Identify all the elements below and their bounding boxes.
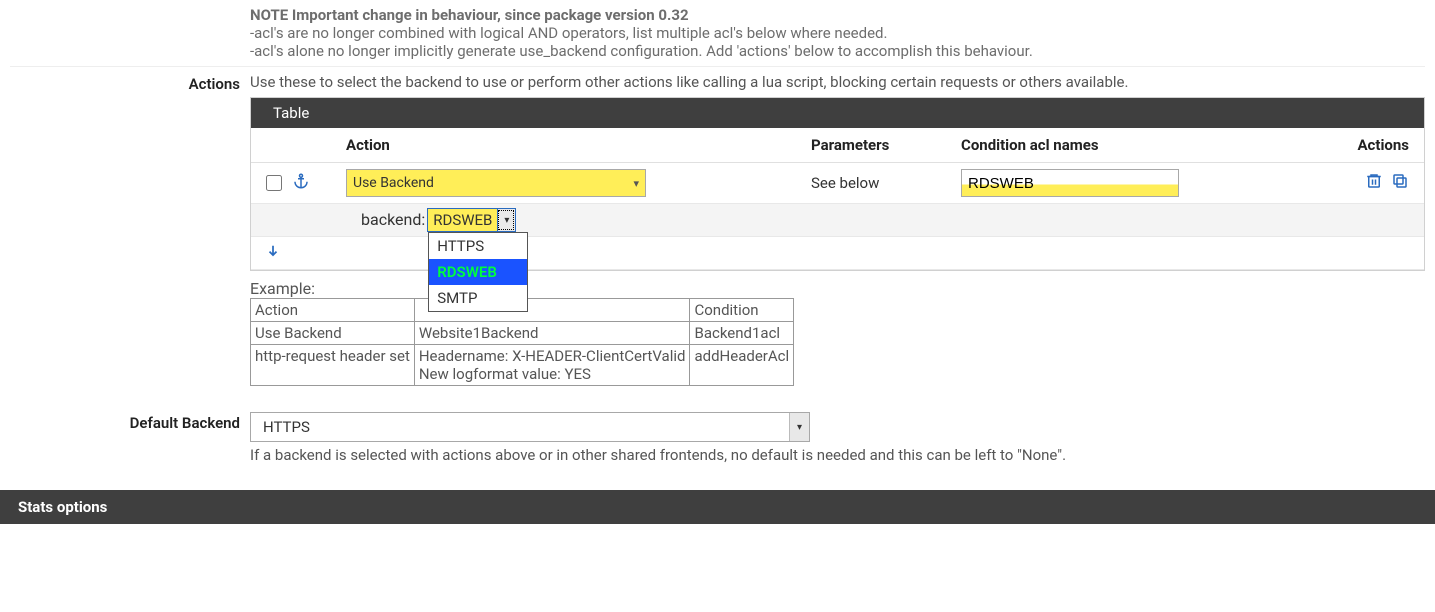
example-label: Example: [250,279,1425,298]
add-row-arrow[interactable] [251,237,1424,270]
header-condition: Condition acl names [961,136,1341,154]
header-actions: Actions [1341,136,1409,154]
backend-select-value: RDSWEB [428,209,497,231]
note-line2: -acl's alone no longer implicitly genera… [250,42,1425,60]
action-select[interactable]: Use Backend ▾ [346,169,646,197]
delete-icon[interactable] [1365,172,1383,194]
table-row: Use Backend ▾ See below [251,163,1424,204]
backend-label: backend: [361,208,425,232]
ex-header-condition: Condition [690,299,794,322]
stats-options-header[interactable]: Stats options [0,490,1435,524]
ex-cell: addHeaderAcl [690,345,794,386]
ex-header-action: Action [251,299,415,322]
default-backend-value: HTTPS [263,418,310,436]
ex-cell: Use Backend [251,322,415,345]
default-backend-label: Default Backend [10,412,250,464]
anchor-icon[interactable] [292,174,310,195]
actions-desc: Use these to select the backend to use o… [250,73,1425,91]
behaviour-note: NOTE Important change in behaviour, sinc… [250,6,1425,60]
header-parameters: Parameters [811,136,961,154]
condition-input[interactable] [961,169,1179,197]
default-backend-select[interactable]: HTTPS ▾ [250,412,810,442]
dropdown-option-smtp[interactable]: SMTP [429,285,527,311]
dropdown-option-rdsweb[interactable]: RDSWEB [429,259,527,285]
note-line1: -acl's are no longer combined with logic… [250,24,1425,42]
table-row: Use Backend Website1Backend Backend1acl [251,322,794,345]
chevron-down-icon: ▾ [633,177,639,190]
table-header-row: Action Parameters Condition acl names Ac… [251,128,1424,163]
header-action: Action [346,136,811,154]
chevron-down-icon: ▾ [497,209,515,231]
action-select-value: Use Backend [353,175,434,191]
actions-table: Table Action Parameters Condition acl na… [250,97,1425,271]
row-parameters: See below [811,174,961,192]
ex-cell: Website1Backend [414,322,690,345]
default-backend-help: If a backend is selected with actions ab… [250,446,1425,464]
dropdown-option-https[interactable]: HTTPS [429,233,527,259]
row-checkbox[interactable] [266,175,282,191]
table-title: Table [251,98,1424,128]
backend-sub-row: backend: RDSWEB ▾ HTTPS RDSWEB SMTP [251,204,1424,237]
ex-cell: Headername: X-HEADER-ClientCertValid New… [414,345,690,386]
chevron-down-icon: ▾ [789,413,809,441]
ex-cell: http-request header set [251,345,415,386]
copy-icon[interactable] [1391,172,1409,194]
note-title: NOTE Important change in behaviour, sinc… [250,6,1425,24]
ex-cell: Backend1acl [690,322,794,345]
backend-select[interactable]: RDSWEB ▾ HTTPS RDSWEB SMTP [427,208,516,232]
actions-label: Actions [10,73,250,386]
table-row: http-request header set Headername: X-HE… [251,345,794,386]
backend-dropdown-list: HTTPS RDSWEB SMTP [428,232,528,312]
